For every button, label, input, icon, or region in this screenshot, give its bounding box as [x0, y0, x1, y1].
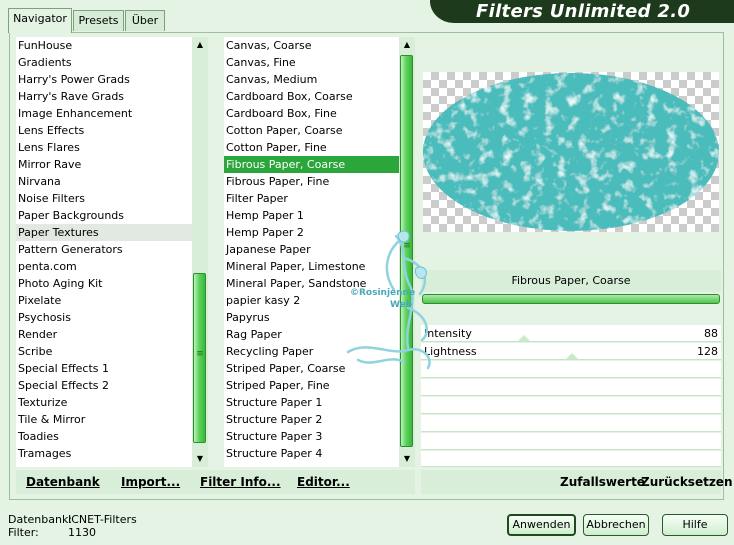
empty-param-row: [421, 361, 721, 378]
cancel-button[interactable]: Abbrechen: [583, 514, 649, 536]
scroll-down-arrow-icon[interactable]: ▼: [192, 451, 208, 467]
intensity-value: 88: [704, 327, 718, 340]
category-list-item[interactable]: Photo Aging Kit: [16, 275, 192, 292]
tab-presets[interactable]: Presets: [73, 10, 124, 31]
watermark-text-line1: ©Rosinjenne: [350, 288, 416, 298]
category-list-item[interactable]: Texturize: [16, 394, 192, 411]
empty-param-row: [421, 415, 721, 432]
category-list-item[interactable]: FunHouse: [16, 37, 192, 54]
filter-name-caption: Fibrous Paper, Coarse: [421, 270, 721, 292]
tab-presets-label: Presets: [78, 14, 119, 27]
preview-image: [423, 72, 719, 232]
import-button[interactable]: Import...: [121, 475, 180, 489]
zufallswerte-button[interactable]: Zufallswerte: [560, 475, 645, 489]
category-list-item[interactable]: Harry's Power Grads: [16, 71, 192, 88]
filter-list-item[interactable]: Fibrous Paper, Coarse: [224, 156, 399, 173]
apply-button-label: Anwenden: [512, 518, 571, 531]
database-value: ICNET-Filters: [68, 513, 137, 526]
filter-list-item[interactable]: Canvas, Medium: [224, 71, 399, 88]
category-list-item[interactable]: Noise Filters: [16, 190, 192, 207]
category-list-item[interactable]: Special Effects 1: [16, 360, 192, 377]
tab-navigator[interactable]: Navigator: [8, 8, 72, 33]
filter-list-item[interactable]: Cardboard Box, Coarse: [224, 88, 399, 105]
scroll-up-arrow-icon[interactable]: ▲: [399, 37, 415, 53]
category-list-item[interactable]: Lens Effects: [16, 122, 192, 139]
filter-list-item[interactable]: Structure Paper 2: [224, 411, 399, 428]
zuruecksetzen-button[interactable]: Zurücksetzen: [641, 475, 732, 489]
filter-list-item[interactable]: Filter Paper: [224, 190, 399, 207]
lightness-slider[interactable]: Lightness 128: [421, 343, 721, 360]
help-button[interactable]: Hilfe: [662, 514, 728, 536]
preview-texture-ellipse: [423, 73, 719, 231]
help-button-label: Hilfe: [682, 518, 708, 531]
filter-list-item[interactable]: Structure Paper 3: [224, 428, 399, 445]
category-list-item[interactable]: Psychosis: [16, 309, 192, 326]
cancel-button-label: Abbrechen: [586, 518, 646, 531]
intensity-slider[interactable]: Intensity 88: [421, 325, 721, 342]
tab-navigator-label: Navigator: [13, 12, 67, 25]
filter-info-button[interactable]: Filter Info...: [200, 475, 281, 489]
apply-button[interactable]: Anwenden: [507, 514, 576, 536]
empty-param-row: [421, 433, 721, 450]
category-list-item[interactable]: Pixelate: [16, 292, 192, 309]
filter-progress-bar: [422, 294, 720, 304]
watermark-logo: ©Rosinjenne Web: [338, 228, 444, 378]
filter-list-item[interactable]: Structure Paper 4: [224, 445, 399, 462]
category-list-item[interactable]: Tile & Mirror: [16, 411, 192, 428]
category-scrollbar[interactable]: ▲ ≡ ▼: [192, 37, 208, 467]
category-list-item[interactable]: Toadies: [16, 428, 192, 445]
app-title: Filters Unlimited 2.0: [476, 1, 691, 22]
empty-param-row: [421, 379, 721, 396]
category-list-item[interactable]: penta.com: [16, 258, 192, 275]
filter-name-text: Fibrous Paper, Coarse: [511, 274, 631, 287]
category-list-item[interactable]: Pattern Generators: [16, 241, 192, 258]
empty-param-row: [421, 397, 721, 414]
category-list-item[interactable]: Gradients: [16, 54, 192, 71]
category-list-item[interactable]: Special Effects 2: [16, 377, 192, 394]
filter-count-label: Filter:: [8, 526, 39, 539]
tab-ueber[interactable]: Über: [125, 10, 165, 31]
category-list-item[interactable]: Tramages: [16, 445, 192, 462]
category-list-item[interactable]: Scribe: [16, 343, 192, 360]
category-list-item[interactable]: Mirror Rave: [16, 156, 192, 173]
scroll-down-arrow-icon[interactable]: ▼: [399, 451, 415, 467]
database-label: Datenbank:: [8, 513, 73, 526]
filter-list-item[interactable]: Cotton Paper, Fine: [224, 139, 399, 156]
empty-param-row: [421, 451, 721, 467]
category-list-item[interactable]: Nirvana: [16, 173, 192, 190]
category-list-item[interactable]: Paper Backgrounds: [16, 207, 192, 224]
category-list-item[interactable]: Render: [16, 326, 192, 343]
category-list-item[interactable]: Image Enhancement: [16, 105, 192, 122]
filter-list-item[interactable]: Structure Paper 1: [224, 394, 399, 411]
scroll-up-arrow-icon[interactable]: ▲: [192, 37, 208, 53]
filter-list-item[interactable]: Cotton Paper, Coarse: [224, 122, 399, 139]
lightness-slider-marker[interactable]: [566, 353, 578, 359]
watermark-text-line2: Web: [390, 300, 413, 310]
filter-list-item[interactable]: Cardboard Box, Fine: [224, 105, 399, 122]
filter-list-item[interactable]: Canvas, Fine: [224, 54, 399, 71]
tab-ueber-label: Über: [131, 14, 159, 27]
filter-list-item[interactable]: Striped Paper, Fine: [224, 377, 399, 394]
intensity-slider-marker[interactable]: [518, 335, 530, 341]
category-list-item[interactable]: Paper Textures: [16, 224, 192, 241]
category-scroll-thumb[interactable]: ≡: [193, 273, 206, 443]
editor-button[interactable]: Editor...: [297, 475, 350, 489]
category-list-item[interactable]: Harry's Rave Grads: [16, 88, 192, 105]
filter-list-item[interactable]: Fibrous Paper, Fine: [224, 173, 399, 190]
category-list-item[interactable]: Lens Flares: [16, 139, 192, 156]
scroll-grip-icon: ≡: [196, 349, 204, 359]
filter-list-item[interactable]: Hemp Paper 1: [224, 207, 399, 224]
filter-count-value: 1130: [68, 526, 96, 539]
datenbank-button[interactable]: Datenbank: [26, 475, 100, 489]
category-list[interactable]: FunHouse Gradients Harry's Power Grads Harr…: [16, 37, 192, 467]
lightness-value: 128: [697, 345, 718, 358]
filter-list-item[interactable]: Canvas, Coarse: [224, 37, 399, 54]
